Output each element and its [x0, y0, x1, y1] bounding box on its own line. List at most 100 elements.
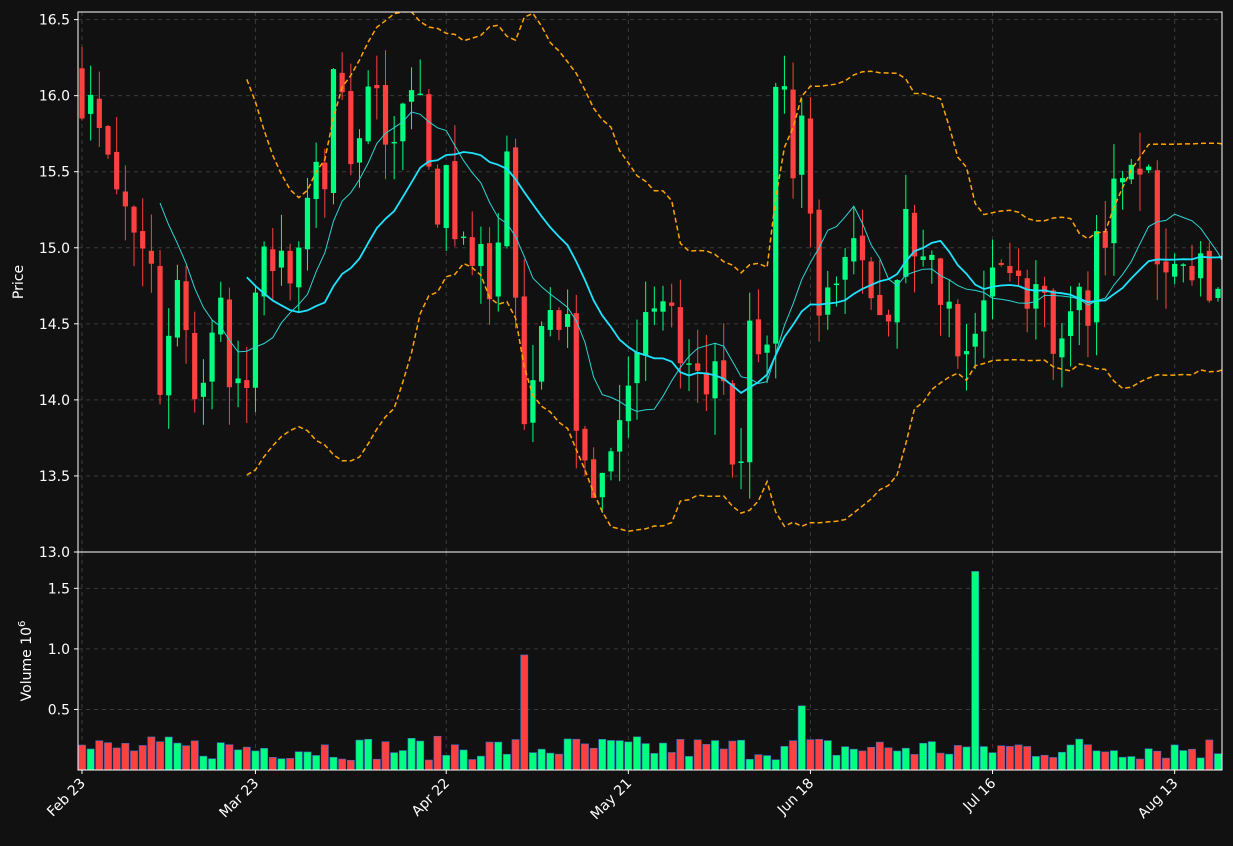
volume-bar [771, 759, 780, 771]
candle-body [1180, 264, 1186, 266]
volume-bar [86, 748, 95, 771]
candle-body [1137, 168, 1143, 175]
volume-bar [424, 759, 433, 771]
candle-body [1154, 170, 1160, 265]
candle-body [322, 162, 328, 190]
candle-body [235, 378, 241, 384]
price-ytick-label: 14.5 [39, 317, 70, 333]
volume-bar [372, 758, 381, 771]
candle-body [877, 294, 883, 316]
volume-bar [997, 745, 1006, 771]
volume-bar [711, 740, 719, 771]
volume-bar [260, 748, 269, 771]
volume-bar [468, 759, 477, 771]
volume-bar [398, 750, 407, 771]
candle-body [131, 206, 137, 233]
volume-bar [164, 736, 173, 771]
candle-body [903, 208, 909, 277]
candle-body [192, 332, 198, 400]
volume-bar [95, 740, 104, 771]
candle-body [807, 118, 814, 214]
volume-bar [875, 741, 884, 771]
volume-bar [303, 751, 312, 771]
candle-body [625, 385, 631, 422]
candle-body [547, 310, 553, 330]
candle-body [356, 138, 363, 163]
volume-bar [529, 752, 537, 771]
candle-body [460, 236, 467, 239]
volume-bar [624, 741, 633, 771]
candle-body [747, 320, 753, 463]
price-ytick-label: 16.0 [39, 89, 70, 105]
candle-body [261, 246, 267, 297]
volume-bar [503, 753, 511, 771]
candle-body [582, 428, 588, 461]
volume-bar [329, 756, 338, 771]
volume-bar [1005, 746, 1014, 771]
candle-body [677, 307, 683, 364]
volume-bar [815, 739, 824, 771]
volume-bar [936, 752, 945, 771]
volume-bar [789, 740, 797, 771]
volume-bar [442, 755, 451, 771]
candle-body [122, 191, 128, 207]
volume-bar [581, 743, 589, 771]
candle-body [417, 93, 423, 96]
candle-body [539, 326, 545, 382]
volume-bar [364, 738, 373, 771]
volume-ytick-label: 1.5 [48, 581, 70, 597]
volume-bar [806, 739, 815, 771]
volume-bar [867, 746, 876, 771]
candle-body [1120, 178, 1126, 183]
candle-body [374, 85, 380, 89]
candle-body [1007, 266, 1013, 274]
candle-body [781, 86, 788, 90]
candle-body [591, 459, 597, 498]
candle-body [88, 94, 94, 114]
volume-bar [537, 748, 546, 771]
candle-body [1067, 311, 1074, 336]
candle-body [443, 165, 449, 228]
volume-bar [381, 741, 390, 771]
volume-bar [242, 746, 251, 771]
price-ytick-label: 15.0 [39, 241, 70, 257]
candle-body [634, 352, 640, 384]
volume-bar [450, 744, 459, 771]
price-axis-label: Price [11, 265, 27, 299]
volume-bar [685, 756, 693, 771]
volume-bar [286, 758, 295, 771]
candle-body [521, 296, 527, 425]
price-ytick-label: 14.0 [39, 393, 70, 409]
volume-bar [1127, 756, 1136, 771]
volume-bar [407, 738, 416, 771]
volume-bar [953, 745, 962, 771]
volume-bar [234, 749, 242, 771]
volume-bar [745, 758, 754, 771]
candle-body [617, 420, 623, 452]
candle-body [512, 147, 519, 298]
volume-bar [294, 751, 303, 771]
volume-bar [945, 753, 954, 771]
candle-body [660, 301, 666, 312]
volume-bar [1092, 750, 1101, 771]
candle-body [573, 313, 579, 431]
volume-bar [520, 654, 529, 771]
volume-ytick-label: 1.0 [48, 642, 70, 658]
volume-bar [1153, 750, 1162, 771]
volume-bar [676, 739, 685, 771]
volume-bar [971, 571, 980, 771]
candle-body [764, 344, 770, 353]
volume-bar [728, 740, 737, 771]
candle-body [530, 380, 536, 423]
candle-body [452, 161, 458, 240]
volume-bar [589, 747, 598, 771]
volume-bar [702, 744, 711, 771]
candle-body [105, 126, 111, 155]
volume-bar [650, 753, 659, 771]
candle-body [365, 86, 371, 142]
candle-body [937, 258, 944, 305]
volume-bar [277, 758, 286, 771]
volume-bar [546, 752, 555, 771]
volume-bar [893, 750, 902, 771]
candle-body [1033, 284, 1039, 309]
